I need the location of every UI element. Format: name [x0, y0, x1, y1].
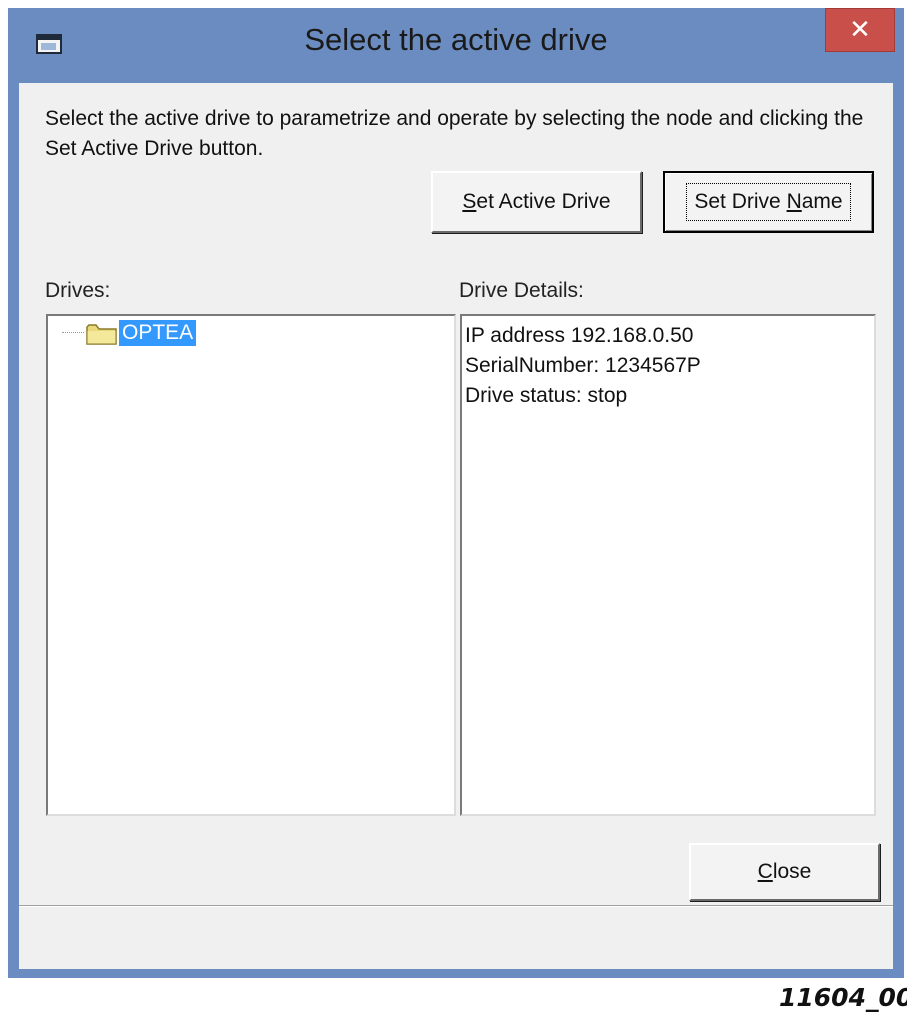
- window-title: Select the active drive: [304, 22, 608, 57]
- close-button[interactable]: Close: [689, 843, 880, 901]
- close-icon: ✕: [849, 14, 871, 44]
- folder-icon: [86, 324, 117, 345]
- window-close-button[interactable]: ✕: [825, 8, 895, 52]
- detail-serial-number: SerialNumber: 1234567P: [465, 354, 701, 377]
- detail-drive-status: Drive status: stop: [465, 384, 628, 407]
- detail-ip-address: IP address 192.168.0.50: [465, 324, 694, 347]
- figure-code: 11604_00: [779, 983, 907, 1012]
- drives-tree[interactable]: OPTEA: [46, 314, 456, 816]
- set-drive-name-button[interactable]: Set Drive Name: [663, 171, 874, 233]
- drive-details-box[interactable]: IP address 192.168.0.50 SerialNumber: 12…: [460, 314, 876, 816]
- dialog-window: Select the active drive ✕ Select the act…: [8, 8, 904, 978]
- dialog-client-area: Select the active drive to parametrize a…: [19, 83, 893, 969]
- set-active-drive-button[interactable]: Set Active Drive: [431, 171, 642, 233]
- set-active-drive-label: Set Active Drive: [462, 190, 611, 213]
- title-bar[interactable]: Select the active drive ✕: [8, 8, 904, 83]
- instructions-text: Select the active drive to parametrize a…: [45, 107, 864, 160]
- tree-connector: [62, 332, 84, 333]
- drive-details-label: Drive Details:: [459, 279, 584, 302]
- set-drive-name-label: Set Drive Name: [686, 183, 851, 221]
- close-button-label: Close: [757, 860, 812, 883]
- drives-label: Drives:: [45, 279, 111, 302]
- tree-node-label[interactable]: OPTEA: [119, 320, 197, 346]
- status-bar: [19, 905, 893, 969]
